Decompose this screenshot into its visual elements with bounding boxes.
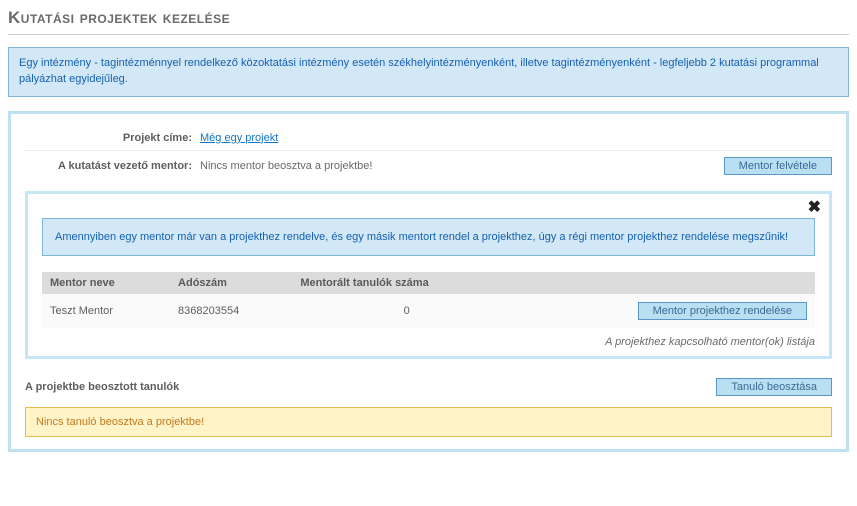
cell-tax: 8368203554: [170, 294, 292, 328]
students-empty-warning: Nincs tanuló beosztva a projektbe!: [25, 407, 832, 437]
project-title-link[interactable]: Még egy projekt: [200, 132, 278, 144]
mentor-row: A kutatást vezető mentor: Nincs mentor b…: [25, 151, 832, 181]
mentor-label: A kutatást vezető mentor:: [25, 160, 200, 172]
project-title-value: Még egy projekt: [200, 132, 832, 144]
cell-name: Teszt Mentor: [42, 294, 170, 328]
col-tax: Adószám: [170, 272, 292, 294]
assign-mentor-button[interactable]: Mentor projekthez rendelése: [638, 302, 807, 320]
main-panel: Projekt címe: Még egy projekt A kutatást…: [8, 111, 849, 453]
info-banner: Egy intézmény - tagintézménnyel rendelke…: [8, 47, 849, 97]
close-icon[interactable]: ✖: [808, 200, 821, 216]
add-mentor-button[interactable]: Mentor felvétele: [724, 157, 832, 175]
cell-count: 0: [292, 294, 521, 328]
project-title-row: Projekt címe: Még egy projekt: [25, 126, 832, 151]
mentor-value: Nincs mentor beosztva a projektbe!: [200, 160, 724, 172]
project-title-label: Projekt címe:: [25, 132, 200, 144]
mentor-panel: ✖ Amennyiben egy mentor már van a projek…: [25, 191, 832, 360]
col-name: Mentor neve: [42, 272, 170, 294]
mentor-list-caption: A projekthez kapcsolható mentor(ok) list…: [42, 336, 815, 348]
students-section-row: A projektbe beosztott tanulók Tanuló beo…: [25, 375, 832, 399]
mentor-table: Mentor neve Adószám Mentorált tanulók sz…: [42, 272, 815, 328]
table-header-row: Mentor neve Adószám Mentorált tanulók sz…: [42, 272, 815, 294]
mentor-info-banner: Amennyiben egy mentor már van a projekth…: [42, 218, 815, 257]
col-action: [521, 272, 815, 294]
students-label: A projektbe beosztott tanulók: [25, 381, 179, 393]
page-title: Kutatási projektek kezelése: [8, 8, 849, 35]
table-row: Teszt Mentor 8368203554 0 Mentor projekt…: [42, 294, 815, 328]
cell-action: Mentor projekthez rendelése: [521, 294, 815, 328]
add-student-button[interactable]: Tanuló beosztása: [716, 378, 832, 396]
col-count: Mentorált tanulók száma: [292, 272, 521, 294]
